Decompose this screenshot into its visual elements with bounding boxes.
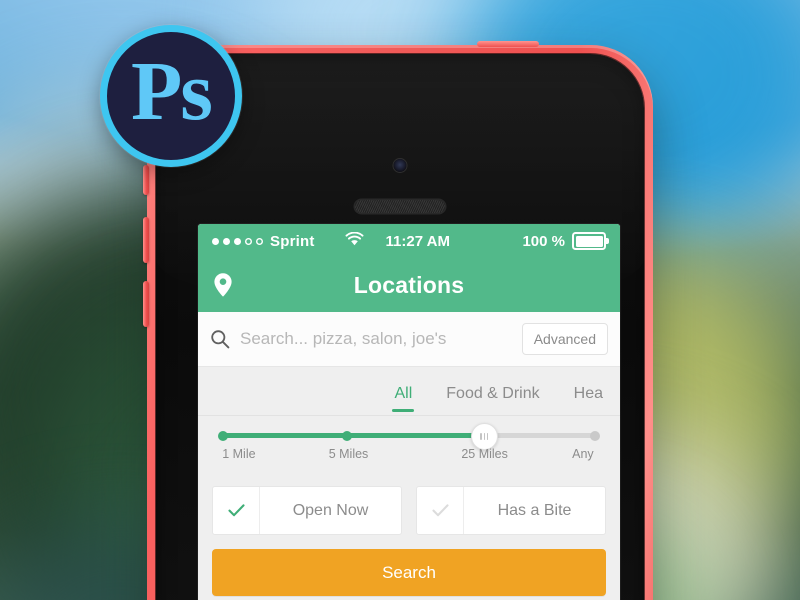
photoshop-logo-text: Ps (131, 45, 213, 138)
category-tabs: All Food & Drink Hea (198, 367, 620, 416)
tab-all[interactable]: All (377, 385, 429, 415)
slider-track[interactable] (218, 423, 600, 450)
status-bar: Sprint 11:27 AM 100 % (198, 224, 620, 258)
search-bar: Advanced (198, 312, 620, 367)
advanced-button[interactable]: Advanced (521, 323, 608, 355)
filter-toggles: Open Now Has a Bite (198, 478, 620, 545)
battery-percent: 100 % (522, 232, 565, 250)
slider-label-25-miles: 25 Miles (461, 447, 508, 461)
filter-has-a-bite-label: Has a Bite (497, 501, 572, 519)
distance-slider: 1 Mile 5 Miles 25 Miles Any (198, 416, 620, 478)
check-icon (431, 504, 449, 517)
has-a-bite-checkbox[interactable] (417, 487, 464, 534)
volume-up-button[interactable] (143, 217, 149, 263)
slider-stop-5-miles[interactable] (341, 430, 352, 441)
search-button[interactable]: Search (212, 549, 606, 596)
slider-label-1-mile: 1 Mile (222, 447, 256, 461)
photoshop-badge: Ps (100, 25, 242, 167)
battery-area: 100 % (522, 232, 609, 250)
status-clock: 11:27 AM (385, 232, 451, 250)
grip-line (487, 433, 489, 440)
slider-label-5-miles: 5 Miles (328, 447, 369, 461)
slider-stop-1-mile[interactable] (218, 430, 228, 441)
nav-bar: Locations (198, 258, 620, 312)
wifi-icon (345, 231, 364, 250)
grip-line (483, 433, 486, 440)
slider-label-any: Any (572, 447, 594, 461)
power-button[interactable] (477, 41, 539, 47)
signal-strength-icon (212, 237, 263, 245)
tab-health[interactable]: Hea (557, 385, 620, 415)
search-input[interactable] (240, 329, 522, 349)
slider-stop-any[interactable] (590, 430, 600, 441)
slider-handle[interactable] (470, 423, 498, 450)
slider-labels: 1 Mile 5 Miles 25 Miles Any (220, 447, 598, 467)
carrier-name: Sprint (270, 232, 315, 250)
open-now-checkbox[interactable] (213, 487, 260, 534)
filter-open-now-label: Open Now (292, 501, 369, 519)
search-icon (210, 329, 230, 349)
grip-line (480, 433, 482, 440)
filter-has-a-bite[interactable]: Has a Bite (416, 486, 606, 535)
screenshot-canvas: Sprint 11:27 AM 100 % Locations Search..… (0, 0, 800, 600)
filter-open-now[interactable]: Open Now (212, 486, 402, 535)
app-screen: Sprint 11:27 AM 100 % Locations Search..… (198, 224, 620, 600)
page-title: Locations (353, 271, 465, 298)
volume-down-button[interactable] (143, 281, 149, 327)
tab-food-and-drink[interactable]: Food & Drink (429, 385, 556, 415)
battery-full-icon (572, 232, 609, 250)
earpiece-speaker-icon (355, 200, 445, 213)
front-camera-icon (393, 159, 407, 172)
mute-switch[interactable] (143, 165, 149, 195)
slider-track-fill (223, 433, 484, 438)
search-action-area: Search (198, 545, 620, 600)
check-icon (227, 504, 245, 517)
